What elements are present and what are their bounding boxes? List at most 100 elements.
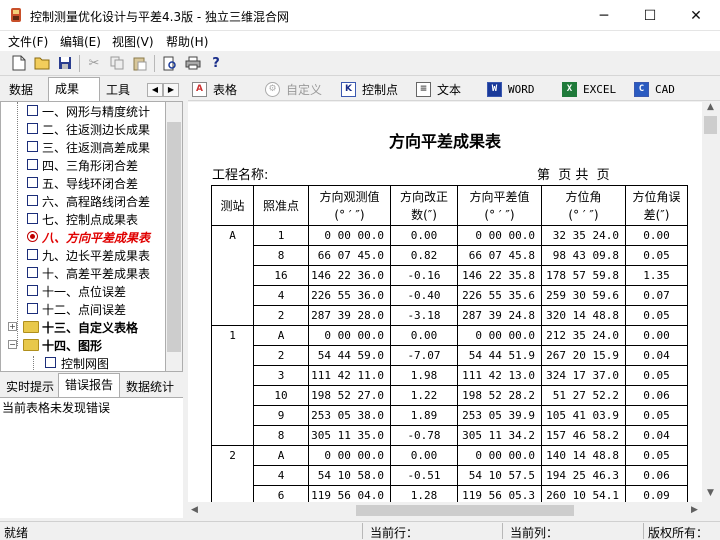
table-row: 2 54 44 59.0 -7.07 54 44 51.9 267 20 15.9 0.0… xyxy=(212,345,688,366)
document-horizontal-thumb[interactable] xyxy=(356,505,574,516)
text-button[interactable]: ≡ 文本 xyxy=(416,80,461,98)
adjusted-cell: 54 44 51.9 xyxy=(457,345,542,366)
checkbox-icon[interactable] xyxy=(45,357,56,368)
adjusted-cell: 287 39 24.8 xyxy=(457,305,542,326)
open-folder-icon[interactable] xyxy=(32,53,52,73)
adjusted-cell: 54 10 57.5 xyxy=(457,465,542,486)
tree-connector xyxy=(33,356,34,371)
table-row: 9 253 05 38.0 1.89 253 05 39.9 105 41 03.9 0.… xyxy=(212,405,688,426)
azimuth-cell: 320 14 48.8 xyxy=(541,305,626,326)
save-icon[interactable] xyxy=(55,53,75,73)
document-vertical-scrollbar[interactable]: ▲ ▼ xyxy=(702,102,720,502)
status-separator xyxy=(643,523,644,539)
correction-cell: 1.89 xyxy=(390,405,458,426)
checkbox-icon[interactable] xyxy=(27,249,38,260)
cut-icon[interactable]: ✂ xyxy=(84,53,104,73)
checkbox-icon[interactable] xyxy=(27,141,38,152)
collapse-icon[interactable]: − xyxy=(8,340,17,349)
target-cell: 4 xyxy=(253,465,309,486)
document-horizontal-scrollbar[interactable]: ◀ ▶ xyxy=(188,502,720,519)
checkbox-icon[interactable] xyxy=(27,267,38,278)
tab-error-report[interactable]: 错误报告 xyxy=(58,373,120,397)
azimuth-error-cell: 0.06 xyxy=(625,465,688,486)
new-file-icon[interactable] xyxy=(9,53,29,73)
selected-radio-icon[interactable] xyxy=(27,231,38,242)
azimuth-cell: 267 20 15.9 xyxy=(541,345,626,366)
cad-export-button[interactable]: C CAD xyxy=(634,80,675,98)
tree-scrollbar-thumb[interactable] xyxy=(167,122,181,352)
observed-cell: 226 55 36.0 xyxy=(308,285,391,306)
custom-button[interactable]: ⚙ 自定义 xyxy=(265,80,322,98)
checkbox-icon[interactable] xyxy=(27,105,38,116)
window-title: 控制测量优化设计与平差4.3版 - 独立三维混合网 xyxy=(30,10,290,24)
col-header-correction: 方向改正 数(″) xyxy=(390,185,458,226)
target-cell: 8 xyxy=(253,245,309,266)
observed-cell: 54 10 58.0 xyxy=(308,465,391,486)
checkbox-icon[interactable] xyxy=(27,177,38,188)
target-cell: 10 xyxy=(253,385,309,406)
tree-scrollbar[interactable] xyxy=(166,101,183,372)
scroll-down-icon[interactable]: ▼ xyxy=(707,488,714,498)
checkbox-icon[interactable] xyxy=(27,123,38,134)
azimuth-cell: 259 30 59.6 xyxy=(541,285,626,306)
close-button[interactable]: ✕ xyxy=(673,0,719,31)
tab-results[interactable]: 成果 xyxy=(48,77,100,101)
excel-export-button[interactable]: X EXCEL xyxy=(562,80,616,98)
checkbox-icon[interactable] xyxy=(27,195,38,206)
tab-data[interactable]: 数据 xyxy=(3,79,39,100)
minimize-button[interactable]: ─ xyxy=(581,0,627,31)
table-header-row: 测站 照准点 方向观测值 (° ′ ″) 方向改正 数(″) 方向平差值 (° … xyxy=(211,185,688,226)
copy-icon[interactable] xyxy=(107,53,127,73)
checkbox-icon[interactable] xyxy=(27,303,38,314)
target-cell: 2 xyxy=(253,305,309,326)
tree-item-label: 二、往返测边长成果 xyxy=(42,123,151,137)
tree-item-label: 控制网图 xyxy=(61,357,110,371)
text-icon: ≡ xyxy=(416,81,431,97)
tree-item-label: 四、三角形闭合差 xyxy=(42,159,139,173)
table-row: 1A0 00 00.0 0.00 0 00 00.0 212 35 24.0 0.00 xyxy=(211,325,688,446)
custom-button-label: 自定义 xyxy=(286,82,323,97)
table-row: 2A0 00 00.0 0.00 0 00 00.0 140 14 48.8 0.05 xyxy=(211,445,688,502)
adjusted-cell: 0 00 00.0 xyxy=(457,445,542,466)
observed-cell: 0 00 00.0 xyxy=(308,225,391,246)
checkbox-icon[interactable] xyxy=(27,213,38,224)
table-row: 3 111 42 11.0 1.98 111 42 13.0 324 17 37.0 0.… xyxy=(212,365,688,386)
menu-help[interactable]: 帮助(H) xyxy=(166,33,208,50)
observed-cell: 119 56 04.0 xyxy=(308,485,391,502)
expand-icon[interactable]: + xyxy=(8,322,17,331)
menu-view[interactable]: 视图(V) xyxy=(112,33,154,50)
tab-scroll-right-button[interactable]: ▶ xyxy=(163,83,179,97)
menu-edit[interactable]: 编辑(E) xyxy=(60,33,101,50)
tab-scroll-left-button[interactable]: ◀ xyxy=(147,83,163,97)
control-point-button[interactable]: K 控制点 xyxy=(341,80,398,98)
correction-cell: 0.00 xyxy=(390,325,458,346)
table-button[interactable]: A 表格 xyxy=(192,80,237,98)
scroll-left-icon[interactable]: ◀ xyxy=(191,505,198,515)
print-preview-icon[interactable] xyxy=(160,53,180,73)
tab-realtime-hints[interactable]: 实时提示 xyxy=(0,376,60,397)
checkbox-icon[interactable] xyxy=(27,159,38,170)
document-vertical-thumb[interactable] xyxy=(704,116,717,134)
scroll-up-icon[interactable]: ▲ xyxy=(707,102,714,112)
azimuth-error-cell: 0.05 xyxy=(625,445,688,466)
help-icon[interactable]: ? xyxy=(206,53,226,73)
azimuth-error-cell: 0.05 xyxy=(625,405,688,426)
table-row: 4 226 55 36.0 -0.40 226 55 35.6 259 30 59.6 0… xyxy=(212,285,688,306)
checkbox-icon[interactable] xyxy=(27,285,38,296)
paste-icon[interactable] xyxy=(130,53,150,73)
status-current-row: 当前行： xyxy=(370,526,419,540)
scroll-right-icon[interactable]: ▶ xyxy=(691,505,698,515)
correction-cell: 0.00 xyxy=(390,225,458,246)
tab-data-statistics[interactable]: 数据统计 xyxy=(120,376,180,397)
word-export-button[interactable]: W WORD xyxy=(487,80,535,98)
menu-file[interactable]: 文件(F) xyxy=(8,33,48,50)
tab-tools[interactable]: 工具 xyxy=(100,79,136,100)
azimuth-error-cell: 1.35 xyxy=(625,265,688,286)
print-icon[interactable] xyxy=(183,53,203,73)
azimuth-cell: 212 35 24.0 xyxy=(541,325,626,346)
error-message: 当前表格未发现错误 xyxy=(2,401,111,415)
adjusted-cell: 0 00 00.0 xyxy=(457,225,542,246)
correction-cell: -0.51 xyxy=(390,465,458,486)
col-header-observed: 方向观测值 (° ′ ″) xyxy=(308,185,391,226)
maximize-button[interactable]: ☐ xyxy=(627,0,673,31)
